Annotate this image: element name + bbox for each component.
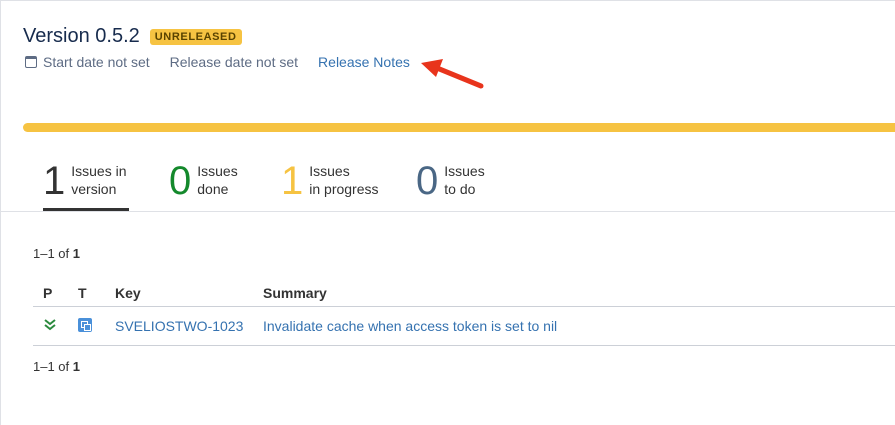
stat-count: 1 [43, 159, 66, 203]
release-date: Release date not set [169, 54, 299, 70]
progress-bar [23, 123, 895, 132]
header-priority[interactable]: P [33, 285, 78, 301]
issue-stats: 1 Issues in version 0 Issues done 1 Issues… [23, 151, 895, 213]
version-panel: Version 0.5.2 UNRELEASED Start date not … [0, 0, 895, 425]
divider [1, 211, 895, 212]
issues-table: P T Key Summary SVELIOSTWO-1023 Invalida… [33, 279, 895, 346]
start-date: Start date not set [43, 54, 150, 70]
stat-label: Issues in version [71, 163, 127, 197]
status-badge: UNRELEASED [149, 28, 242, 45]
header-key[interactable]: Key [115, 285, 263, 301]
header-type[interactable]: T [78, 285, 115, 301]
stat-issues-in-progress[interactable]: 1 Issues in progress [281, 151, 391, 211]
page-title: Version 0.5.2 [23, 25, 140, 47]
pagination-bottom: 1–1 of 1 [33, 359, 81, 374]
version-meta: Start date not set Release date not set … [25, 54, 410, 70]
stat-label: Issues to do [444, 163, 485, 197]
issue-key-link[interactable]: SVELIOSTWO-1023 [115, 318, 263, 334]
stat-issues-done[interactable]: 0 Issues done [169, 151, 249, 211]
annotation-arrow-icon [421, 59, 484, 89]
stat-count: 0 [169, 159, 192, 203]
type-cell [78, 317, 115, 335]
stat-count: 1 [281, 159, 304, 203]
table-row[interactable]: SVELIOSTWO-1023 Invalidate cache when ac… [33, 307, 895, 346]
stat-label: Issues done [197, 163, 238, 197]
stat-count: 0 [416, 159, 439, 203]
stat-issues-in-version[interactable]: 1 Issues in version [43, 151, 129, 211]
header-summary[interactable]: Summary [263, 285, 895, 301]
stat-issues-to-do[interactable]: 0 Issues to do [416, 151, 496, 211]
table-header: P T Key Summary [33, 279, 895, 307]
pagination-top: 1–1 of 1 [33, 246, 81, 261]
subtask-icon [78, 317, 92, 332]
version-header: Version 0.5.2 UNRELEASED [23, 25, 242, 48]
chevron-double-down-icon [44, 318, 56, 330]
priority-cell [33, 318, 78, 335]
stat-label: Issues in progress [309, 163, 379, 197]
issue-summary-link[interactable]: Invalidate cache when access token is se… [263, 318, 895, 334]
release-notes-link[interactable]: Release Notes [318, 54, 410, 70]
calendar-icon [25, 56, 37, 68]
